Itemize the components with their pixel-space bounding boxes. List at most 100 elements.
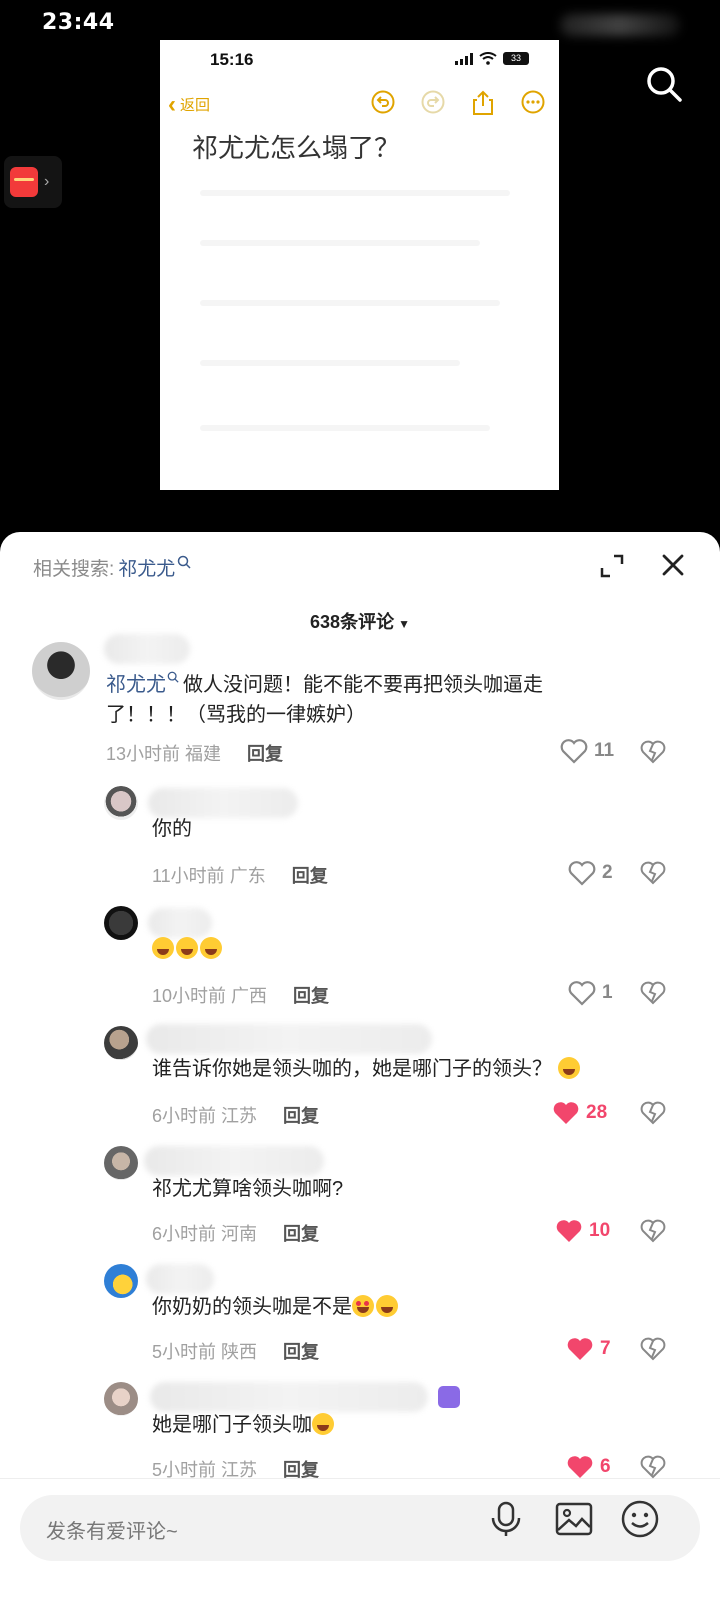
reply-button[interactable]: 回复 [292, 866, 328, 886]
expand-icon[interactable] [600, 554, 624, 578]
heart-eyes-emoji-icon [352, 1295, 374, 1317]
broken-heart-icon[interactable] [640, 1337, 666, 1361]
broken-heart-icon[interactable] [640, 1455, 666, 1479]
comment-body: 祁尤尤算啥领头咖啊? [152, 1178, 344, 1200]
search-icon[interactable] [644, 64, 684, 104]
comment-time: 11小时前 [152, 866, 225, 886]
comment-body: 谁告诉你她是领头咖的，她是哪门子的领头？ [152, 1058, 552, 1080]
comment-text: 你奶奶的领头咖是不是 [152, 1292, 400, 1322]
username-blurred[interactable] [150, 1382, 428, 1412]
heart-filled-icon [567, 1456, 593, 1478]
avatar[interactable] [104, 786, 138, 820]
comment-time: 10小时前 [152, 986, 227, 1006]
more-icon [521, 90, 545, 114]
comment-location: 广东 [229, 866, 266, 886]
comment-mention-tag[interactable]: 祁尤尤 [106, 674, 166, 696]
comment-body-line2: 了！！！（骂我的一律嫉妒） [106, 704, 366, 726]
laugh-emoji-icon [312, 1413, 334, 1435]
heart-filled-icon [567, 1338, 593, 1360]
comment-input[interactable]: 发条有爱评论~ [20, 1495, 700, 1561]
laugh-emoji-icon [376, 1295, 398, 1317]
comment-body: 你的 [152, 818, 192, 840]
comment-text: 谁告诉你她是领头咖的，她是哪门子的领头？ [152, 1054, 582, 1084]
broken-heart-icon[interactable] [640, 740, 666, 764]
close-icon[interactable] [660, 552, 686, 578]
broken-heart-icon[interactable] [640, 1219, 666, 1243]
comment-time: 13小时前 [106, 744, 181, 764]
screenshot-status-icons: 33 [455, 52, 529, 65]
red-packet-icon [10, 167, 38, 197]
comment-location: 江苏 [221, 1106, 258, 1126]
chevron-left-icon: ‹ [168, 90, 176, 118]
wifi-icon [479, 52, 497, 65]
avatar[interactable] [32, 642, 90, 700]
reply-button[interactable]: 回复 [247, 744, 283, 764]
reply-button[interactable]: 回复 [283, 1342, 319, 1362]
screenshot-time: 15:16 [210, 50, 254, 69]
laugh-emoji-icon [176, 937, 198, 959]
comment-meta: 5小时前 陕西 回复 [152, 1338, 319, 1364]
signal-icon [455, 52, 473, 65]
red-packet-button[interactable]: › [4, 156, 62, 208]
heart-filled-icon [556, 1220, 582, 1242]
comment-meta: 6小时前 江苏 回复 [152, 1102, 319, 1128]
comment-time: 6小时前 [152, 1106, 217, 1126]
avatar[interactable] [104, 1264, 138, 1298]
mic-icon[interactable] [486, 1499, 526, 1539]
comment-meta: 10小时前 广西 回复 [152, 982, 329, 1008]
search-small-icon [178, 555, 191, 569]
status-time: 23:44 [42, 10, 115, 35]
verified-badge-icon [438, 1386, 460, 1408]
heart-icon [568, 861, 596, 886]
comment-text: 祁尤尤 做人没问题！能不能不要再把领头咖逼走 了！！！（骂我的一律嫉妒） [106, 670, 666, 730]
related-search-keyword[interactable]: 祁尤尤 [118, 559, 175, 580]
comment-location: 福建 [185, 744, 222, 764]
like-button[interactable]: 6 [566, 1454, 611, 1480]
avatar[interactable] [104, 906, 138, 940]
broken-heart-icon[interactable] [640, 981, 666, 1005]
comment-count[interactable]: 638条评论 ▼ [0, 608, 720, 634]
image-icon[interactable] [554, 1499, 594, 1539]
like-button[interactable]: 2 [568, 860, 613, 886]
note-title: 祁尤尤怎么塌了？ [192, 133, 401, 163]
comment-location: 河南 [221, 1224, 258, 1244]
username-blurred[interactable] [104, 634, 190, 664]
video-screenshot: 15:16 33 ‹ 返回 祁尤尤怎么塌了？ [160, 40, 559, 490]
comment-input-bar: 发条有爱评论~ [0, 1478, 720, 1612]
related-search-label: 相关搜索: [33, 559, 115, 580]
username-blurred[interactable] [144, 1146, 324, 1176]
avatar[interactable] [104, 1146, 138, 1180]
reply-button[interactable]: 回复 [283, 1224, 319, 1244]
avatar[interactable] [104, 1026, 138, 1060]
comment-emoji-row [152, 934, 224, 964]
note-ghost-line [200, 190, 510, 196]
status-icons-blurred [560, 14, 680, 36]
reply-button[interactable]: 回复 [283, 1460, 319, 1480]
username-blurred[interactable] [146, 1264, 214, 1294]
broken-heart-icon[interactable] [640, 861, 666, 885]
reply-button[interactable]: 回复 [293, 986, 329, 1006]
like-button[interactable]: 1 [568, 980, 613, 1006]
notes-back-link: ‹ 返回 [168, 90, 210, 118]
like-button[interactable]: 7 [566, 1336, 611, 1362]
like-button[interactable]: 10 [555, 1218, 610, 1244]
emoji-icon[interactable] [620, 1499, 660, 1539]
redo-icon [421, 90, 445, 114]
heart-icon [568, 981, 596, 1006]
like-count: 6 [600, 1456, 611, 1477]
heart-icon [560, 739, 588, 764]
related-search: 相关搜索: 祁尤尤 [33, 554, 191, 581]
broken-heart-icon[interactable] [640, 1101, 666, 1125]
comment-body: 你奶奶的领头咖是不是 [152, 1296, 352, 1318]
username-blurred[interactable] [146, 1024, 432, 1054]
undo-icon [371, 90, 395, 114]
avatar[interactable] [104, 1382, 138, 1416]
comment-location: 广西 [231, 986, 268, 1006]
comment-input-placeholder: 发条有爱评论~ [46, 1521, 178, 1543]
like-button[interactable]: 28 [552, 1100, 607, 1126]
share-icon [473, 90, 493, 115]
like-button[interactable]: 11 [560, 738, 614, 764]
like-count: 7 [600, 1338, 611, 1359]
reply-button[interactable]: 回复 [283, 1106, 319, 1126]
caret-down-icon: ▼ [398, 617, 410, 631]
